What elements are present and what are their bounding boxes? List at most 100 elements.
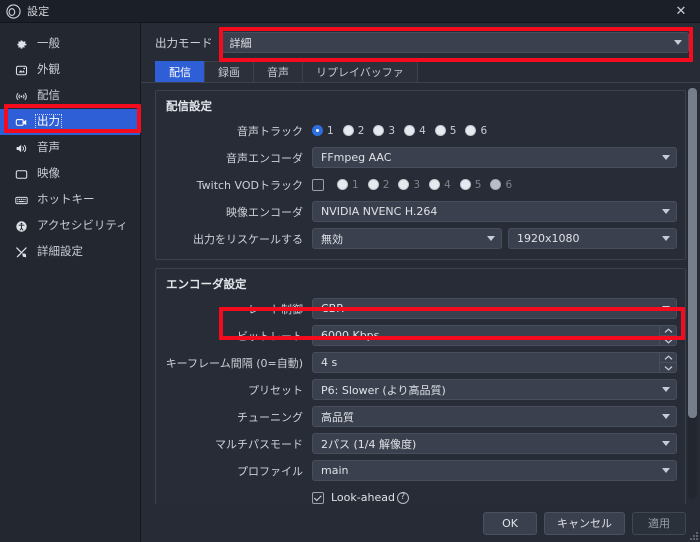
close-icon[interactable]: ✕ — [662, 0, 700, 23]
preset-row: プリセット P6: Slower (より高品質) — [164, 379, 677, 400]
bitrate-value[interactable]: 6000 Kbps — [313, 329, 659, 342]
lookahead-checkbox-row[interactable]: Look-ahead ? — [312, 491, 409, 504]
rate-control-select[interactable]: CBR — [312, 298, 677, 319]
multipass-select[interactable]: 2パス (1/4 解像度) — [312, 433, 677, 454]
audio-track-radio-4[interactable]: 4 — [404, 125, 426, 137]
stepper-up-icon[interactable] — [660, 353, 676, 363]
chevron-down-icon[interactable] — [656, 461, 676, 480]
help-circle-icon[interactable]: ? — [396, 491, 409, 504]
radio-dot-icon — [373, 125, 385, 136]
tab-recording[interactable]: 録画 — [204, 61, 254, 82]
audio-track-radio-3[interactable]: 3 — [373, 125, 395, 137]
sidebar-item-label: 詳細設定 — [37, 244, 83, 259]
audio-encoder-label: 音声エンコーダ — [226, 151, 303, 165]
twitch-vod-radio-5[interactable]: 5 — [459, 179, 481, 191]
video-encoder-value: NVIDIA NVENC H.264 — [321, 205, 438, 218]
chevron-down-icon[interactable] — [481, 229, 501, 248]
chevron-down-icon[interactable] — [656, 299, 676, 318]
output-mode-value: 詳細 — [229, 36, 252, 50]
tab-audio[interactable]: 音声 — [253, 61, 303, 82]
twitch-vod-radio-2[interactable]: 2 — [367, 179, 389, 191]
speaker-icon — [14, 141, 29, 156]
sidebar-item-audio[interactable]: 音声 — [0, 135, 140, 161]
chevron-down-icon[interactable] — [656, 229, 676, 248]
bitrate-stepper[interactable]: 6000 Kbps — [312, 325, 677, 346]
rescale-resolution-select[interactable]: 1920x1080 — [508, 228, 677, 249]
radio-dot-icon — [398, 179, 410, 190]
tools-icon — [14, 245, 29, 260]
tab-label: リプレイバッファ — [316, 66, 404, 79]
multipass-row: マルチパスモード 2パス (1/4 解像度) — [164, 433, 677, 454]
twitch-vod-radio-4[interactable]: 4 — [429, 179, 451, 191]
output-mode-select[interactable]: 詳細 — [220, 32, 689, 53]
audio-track-radio-1[interactable]: 1 — [312, 125, 334, 137]
twitch-vod-radio-6[interactable]: 6 — [490, 179, 512, 191]
tuning-row: チューニング 高品質 — [164, 406, 677, 427]
accessibility-icon — [14, 219, 29, 234]
tab-streaming[interactable]: 配信 — [155, 61, 205, 82]
rescale-mode-select[interactable]: 無効 — [312, 228, 502, 249]
tuning-value: 高品質 — [321, 410, 354, 424]
tab-replay-buffer[interactable]: リプレイバッファ — [302, 61, 418, 82]
sidebar-item-hotkeys[interactable]: ホットキー — [0, 187, 140, 213]
sidebar-item-label: 出力 — [35, 114, 62, 130]
twitch-vod-radio-3[interactable]: 3 — [398, 179, 420, 191]
keyframe-interval-stepper[interactable]: 4 s — [312, 352, 677, 373]
stepper-up-icon[interactable] — [660, 326, 676, 336]
stepper-down-icon[interactable] — [660, 336, 676, 345]
cancel-button[interactable]: キャンセル — [544, 511, 625, 535]
audio-encoder-select[interactable]: FFmpeg AAC — [312, 147, 677, 168]
keyframe-interval-value[interactable]: 4 s — [313, 356, 659, 369]
apply-button[interactable]: 適用 — [632, 511, 686, 535]
sidebar-item-output[interactable]: 出力 — [0, 109, 140, 135]
sidebar-item-appearance[interactable]: 外観 — [0, 57, 140, 83]
audio-track-radio-6[interactable]: 6 — [465, 125, 487, 137]
lookahead-checkbox[interactable] — [312, 491, 324, 504]
rate-control-value: CBR — [321, 302, 344, 315]
chevron-down-icon[interactable] — [656, 407, 676, 426]
chevron-down-icon[interactable] — [656, 202, 676, 221]
stepper-down-icon[interactable] — [660, 363, 676, 372]
content-scrollbar[interactable] — [688, 88, 697, 499]
chevron-down-icon[interactable] — [656, 434, 676, 453]
output-icon — [14, 115, 29, 130]
sidebar-item-accessibility[interactable]: アクセシビリティ — [0, 213, 140, 239]
obs-logo-icon — [6, 3, 21, 19]
tuning-select[interactable]: 高品質 — [312, 406, 677, 427]
audio-track-radio-5[interactable]: 5 — [434, 125, 456, 137]
audio-track-radio-2[interactable]: 2 — [342, 125, 364, 137]
rate-control-label: レート制御 — [248, 302, 303, 316]
twitch-vod-checkbox[interactable] — [312, 178, 324, 191]
sidebar-item-advanced[interactable]: 詳細設定 — [0, 239, 140, 265]
chevron-down-icon[interactable] — [656, 148, 676, 167]
radio-label: 1 — [327, 124, 334, 137]
sidebar-item-video[interactable]: 映像 — [0, 161, 140, 187]
dialog-footer: OK キャンセル 適用 — [141, 504, 700, 542]
chevron-down-icon[interactable] — [668, 33, 688, 52]
bitrate-stepper-buttons — [659, 326, 676, 345]
output-mode-label: 出力モード — [155, 35, 213, 50]
audio-track-radio-group: 1 2 3 4 5 6 — [312, 125, 496, 137]
preset-select[interactable]: P6: Slower (より高品質) — [312, 379, 677, 400]
scrollbar-thumb[interactable] — [688, 88, 697, 418]
bitrate-row: ビットレート 6000 Kbps — [164, 325, 677, 346]
video-encoder-row: 映像エンコーダ NVIDIA NVENC H.264 — [164, 201, 677, 222]
radio-dot-icon — [465, 125, 477, 136]
sidebar-item-general[interactable]: 一般 — [0, 31, 140, 57]
twitch-vod-radio-1[interactable]: 1 — [337, 179, 359, 191]
radio-label: 3 — [388, 124, 396, 137]
rescale-resolution-value: 1920x1080 — [517, 232, 580, 245]
video-encoder-select[interactable]: NVIDIA NVENC H.264 — [312, 201, 677, 222]
ok-button[interactable]: OK — [483, 511, 537, 535]
sidebar-item-label: 映像 — [37, 166, 60, 181]
sidebar-item-stream[interactable]: 配信 — [0, 83, 140, 109]
tab-label: 録画 — [218, 66, 240, 79]
chevron-down-icon[interactable] — [656, 380, 676, 399]
output-tabs: 配信 録画 音声 リプレイバッファ — [141, 60, 700, 83]
lookahead-row: Look-ahead ? — [164, 487, 677, 504]
profile-select[interactable]: main — [312, 460, 677, 481]
profile-label: プロファイル — [237, 464, 303, 478]
tab-label: 音声 — [267, 66, 289, 79]
twitch-vod-track-row: Twitch VODトラック 1 2 3 4 5 6 — [164, 174, 677, 195]
resize-grip[interactable] — [687, 529, 698, 540]
